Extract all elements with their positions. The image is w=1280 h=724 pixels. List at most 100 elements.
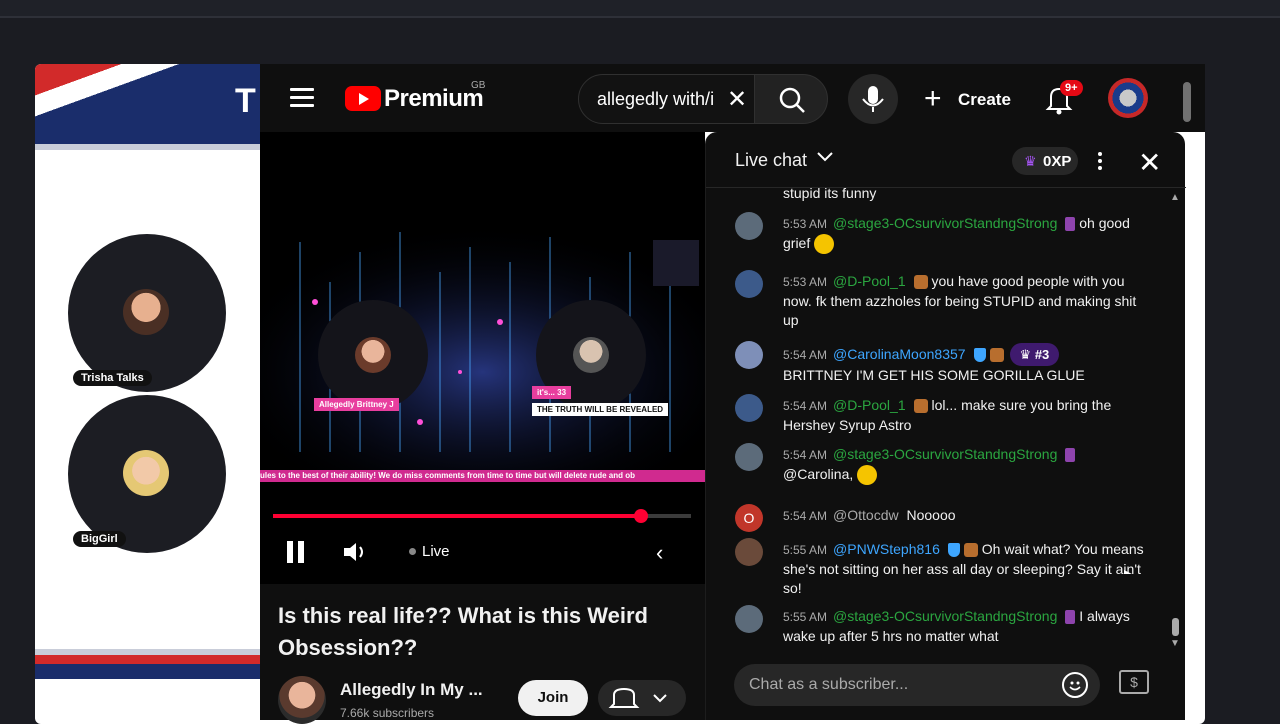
page-scrollbar[interactable] — [1183, 82, 1191, 122]
message-text: @Carolina, — [783, 466, 854, 482]
author-name[interactable]: @stage3-OCsurvivorStandngStrong — [833, 215, 1057, 231]
pause-icon — [287, 541, 293, 563]
create-label: Create — [958, 90, 1011, 109]
progress-fill — [273, 514, 641, 518]
video-player[interactable]: Allegedly Brittney J it's... 33 THE TRUT… — [260, 132, 705, 584]
member-badge-icon — [1065, 217, 1076, 232]
stream-logo-fragment: T — [235, 82, 256, 120]
author-name[interactable]: @D-Pool_1 — [833, 397, 906, 413]
flag-bottom-banner — [35, 649, 295, 679]
timestamp: 5:55 AM — [783, 543, 828, 557]
fox-badge-icon — [989, 348, 1004, 363]
volume-button[interactable] — [342, 540, 368, 564]
join-button[interactable]: Join — [518, 680, 588, 716]
youtube-logo-icon[interactable] — [345, 86, 381, 111]
guest-avatar — [123, 450, 169, 496]
host-subtitle-tag: THE TRUTH WILL BE REVEALED — [532, 403, 669, 416]
region-label: GB — [471, 80, 486, 91]
chat-scroll-down-icon[interactable]: ▼ — [1170, 638, 1180, 649]
voice-search-button[interactable] — [848, 74, 898, 124]
chat-messages: stupid its funny 5:53 AM @stage3-OCsurviv… — [706, 188, 1176, 654]
plus-icon: + — [924, 82, 942, 115]
subscribed-notifications-button[interactable] — [598, 680, 686, 716]
xp-value: 0XP — [1043, 153, 1072, 170]
host-name-tag: Allegedly Brittney J — [314, 398, 399, 411]
youtube-header: Premium GB allegedly with/i ✕ + Create 9… — [260, 64, 1205, 132]
flag-stripe — [35, 144, 295, 150]
subscriber-count: 7.66k subscribers — [340, 706, 435, 720]
emoji-picker-icon[interactable] — [1062, 672, 1088, 698]
close-chat-icon[interactable]: ✕ — [1138, 146, 1161, 179]
timestamp: 5:54 AM — [783, 509, 828, 523]
chat-title[interactable]: Live chat — [735, 150, 807, 171]
author-name[interactable]: @Ottocdw — [833, 507, 899, 523]
chat-scroll-up-icon[interactable]: ▲ — [1170, 192, 1180, 203]
host-avatar — [573, 337, 609, 373]
live-dot-icon — [409, 548, 416, 555]
fox-badge-icon — [913, 399, 928, 414]
timestamp: 5:54 AM — [783, 448, 828, 462]
host-avatar — [355, 337, 391, 373]
host-name-tag: it's... 33 — [532, 386, 572, 399]
hamburger-menu-icon[interactable] — [290, 88, 314, 108]
chevron-down-icon[interactable] — [816, 150, 834, 164]
xp-chip[interactable]: ♛ 0XP — [1012, 147, 1078, 175]
author-avatar[interactable] — [735, 538, 763, 566]
search-icon — [779, 87, 805, 113]
video-title: Is this real life?? What is this Weird O… — [278, 603, 648, 660]
timestamp: 5:54 AM — [783, 399, 828, 413]
member-badge-icon — [1065, 610, 1076, 625]
chat-input[interactable]: Chat as a subscriber... — [734, 664, 1100, 706]
chevron-left-icon[interactable]: ‹ — [656, 540, 676, 565]
search-input[interactable]: allegedly with/i ✕ — [578, 74, 756, 124]
author-avatar[interactable]: O — [735, 504, 763, 532]
author-name[interactable]: @CarolinaMoon8357 — [833, 346, 966, 362]
guest-circle-2 — [68, 395, 226, 553]
progress-scrubber[interactable] — [633, 509, 648, 523]
channel-name[interactable]: Allegedly In My ... — [340, 680, 483, 700]
create-button[interactable]: + Create — [916, 76, 1016, 120]
author-name[interactable]: @stage3-OCsurvivorStandngStrong — [833, 446, 1057, 462]
verified-shield-icon — [947, 543, 960, 558]
timestamp: 5:54 AM — [783, 348, 828, 362]
author-name[interactable]: @PNWSteph816 — [833, 541, 940, 557]
podcast-mic-logo — [653, 240, 699, 286]
message-text: BRITTNEY I'M GET HIS SOME GORILLA GLUE — [783, 367, 1085, 383]
account-avatar[interactable] — [1108, 78, 1148, 118]
live-label[interactable]: Live — [422, 543, 450, 560]
rules-ticker: ules to the best of their ability! We do… — [260, 470, 705, 482]
author-name[interactable]: @D-Pool_1 — [833, 273, 906, 289]
timestamp: 5:53 AM — [783, 275, 828, 289]
chat-header: Live chat ♛ 0XP ✕ — [706, 132, 1186, 188]
fox-badge-icon — [963, 543, 978, 558]
rank-chip: ♛ #3 — [1009, 343, 1060, 366]
smiley-icon — [1069, 681, 1081, 691]
author-avatar[interactable] — [735, 212, 763, 240]
flag-banner — [35, 64, 295, 144]
author-avatar[interactable] — [735, 341, 763, 369]
more-options-icon[interactable] — [1098, 152, 1104, 172]
live-chat-panel: Live chat ♛ 0XP ✕ stupid its funny 5:53 … — [705, 132, 1186, 720]
microphone-icon — [862, 86, 884, 112]
author-name[interactable]: @stage3-OCsurvivorStandngStrong — [833, 608, 1057, 624]
author-avatar[interactable] — [735, 605, 763, 633]
brand-label[interactable]: Premium — [384, 85, 484, 113]
guest-avatar — [123, 289, 169, 335]
crown-icon: ♛ — [1024, 153, 1037, 169]
host-circle-left — [318, 300, 428, 410]
clear-search-icon[interactable]: ✕ — [727, 85, 747, 114]
chat-scrollbar-thumb[interactable] — [1172, 618, 1179, 636]
super-chat-dollar-icon[interactable]: $ — [1119, 670, 1149, 694]
chat-input-placeholder: Chat as a subscriber... — [749, 676, 909, 693]
timestamp: 5:55 AM — [783, 610, 828, 624]
channel-avatar[interactable] — [278, 676, 326, 724]
laughing-emoji-icon — [857, 465, 878, 486]
pause-button[interactable] — [287, 541, 307, 563]
author-avatar[interactable] — [735, 394, 763, 422]
progress-bar[interactable] — [273, 509, 691, 523]
member-badge-icon — [1065, 448, 1076, 463]
search-button[interactable] — [754, 74, 828, 124]
author-avatar[interactable] — [735, 443, 763, 471]
laughing-emoji-icon — [814, 234, 835, 255]
author-avatar[interactable] — [735, 270, 763, 298]
